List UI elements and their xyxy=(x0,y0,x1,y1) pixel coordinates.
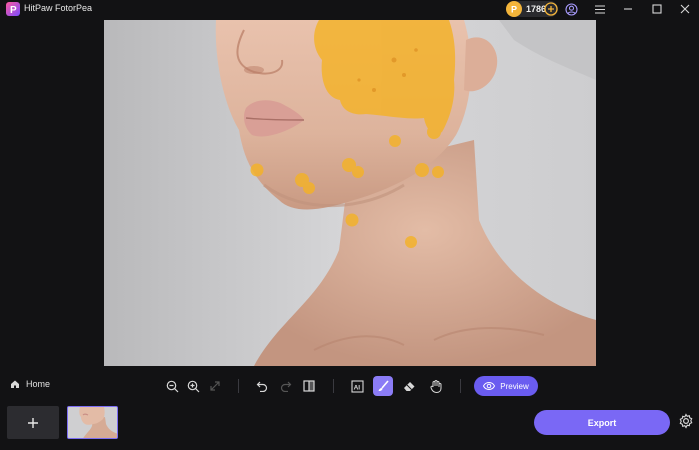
eraser-icon[interactable] xyxy=(399,376,419,396)
add-image-button[interactable] xyxy=(7,406,59,439)
fit-screen-icon[interactable] xyxy=(205,376,225,396)
toolbar-divider xyxy=(238,379,239,393)
portrait-photo xyxy=(104,20,596,366)
home-button[interactable]: Home xyxy=(10,379,50,389)
redo-icon[interactable] xyxy=(276,376,296,396)
undo-icon[interactable] xyxy=(252,376,272,396)
ai-select-icon[interactable]: AI xyxy=(347,376,367,396)
toolbar-divider xyxy=(333,379,334,393)
hand-icon[interactable] xyxy=(426,376,446,396)
thumbnail-preview xyxy=(68,407,117,438)
title-bar: P HitPaw FotorPea P 1786 xyxy=(0,0,699,18)
eye-icon xyxy=(483,382,496,390)
svg-text:P: P xyxy=(10,5,17,16)
brush-icon[interactable] xyxy=(373,376,393,396)
edit-toolbar: Home AI Preview xyxy=(0,372,699,400)
home-label: Home xyxy=(26,379,51,389)
home-icon xyxy=(11,380,19,388)
svg-text:P: P xyxy=(511,5,517,15)
maximize-icon[interactable] xyxy=(649,1,665,17)
export-button[interactable]: Export xyxy=(534,410,670,435)
menu-icon[interactable] xyxy=(592,1,608,17)
preview-button[interactable]: Preview xyxy=(474,376,538,396)
image-thumbnail[interactable] xyxy=(67,406,118,439)
preview-label: Preview xyxy=(500,381,529,391)
zoom-out-icon[interactable] xyxy=(162,376,182,396)
plus-icon xyxy=(28,417,38,428)
coin-icon: P xyxy=(506,1,522,17)
minimize-icon[interactable] xyxy=(620,1,636,17)
app-title: HitPaw FotorPea xyxy=(24,3,93,13)
zoom-in-icon[interactable] xyxy=(183,376,203,396)
ai-label: AI xyxy=(353,384,360,391)
compare-icon[interactable] xyxy=(299,376,319,396)
account-icon[interactable] xyxy=(563,1,579,17)
add-credits-icon[interactable] xyxy=(544,2,558,16)
app-logo-icon: P xyxy=(6,2,20,16)
editing-image[interactable] xyxy=(104,20,596,366)
canvas-area[interactable] xyxy=(0,18,699,368)
close-icon[interactable] xyxy=(677,1,693,17)
export-label: Export xyxy=(587,417,617,428)
toolbar-divider xyxy=(460,379,461,393)
settings-icon[interactable] xyxy=(678,413,694,429)
bottom-bar: Export xyxy=(0,402,699,450)
